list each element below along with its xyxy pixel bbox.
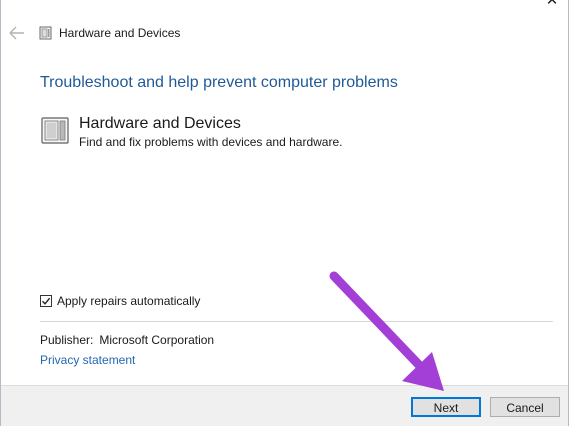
checkmark-icon [41, 297, 51, 305]
close-button[interactable]: ✕ [542, 0, 562, 10]
troubleshooter-name: Hardware and Devices [79, 115, 241, 132]
hardware-device-icon [39, 26, 52, 40]
window-title: Hardware and Devices [59, 26, 181, 40]
apply-repairs-label[interactable]: Apply repairs automatically [57, 294, 200, 308]
publisher-row: Publisher: Microsoft Corporation [40, 333, 214, 347]
next-button[interactable]: Next [411, 397, 481, 417]
dialog-footer: Next Cancel [1, 385, 568, 426]
apply-repairs-checkbox[interactable] [40, 295, 52, 307]
publisher-label: Publisher: [40, 333, 94, 347]
privacy-statement-link[interactable]: Privacy statement [40, 353, 135, 367]
back-arrow-icon[interactable] [8, 25, 26, 41]
page-heading: Troubleshoot and help prevent computer p… [40, 74, 398, 91]
cancel-button[interactable]: Cancel [490, 397, 560, 417]
troubleshooter-description: Find and fix problems with devices and h… [79, 135, 343, 149]
hardware-device-icon [41, 117, 69, 144]
publisher-value: Microsoft Corporation [99, 333, 215, 347]
divider [40, 321, 553, 322]
troubleshooter-window: ✕ Hardware and Devices Troubleshoot and … [0, 0, 569, 426]
